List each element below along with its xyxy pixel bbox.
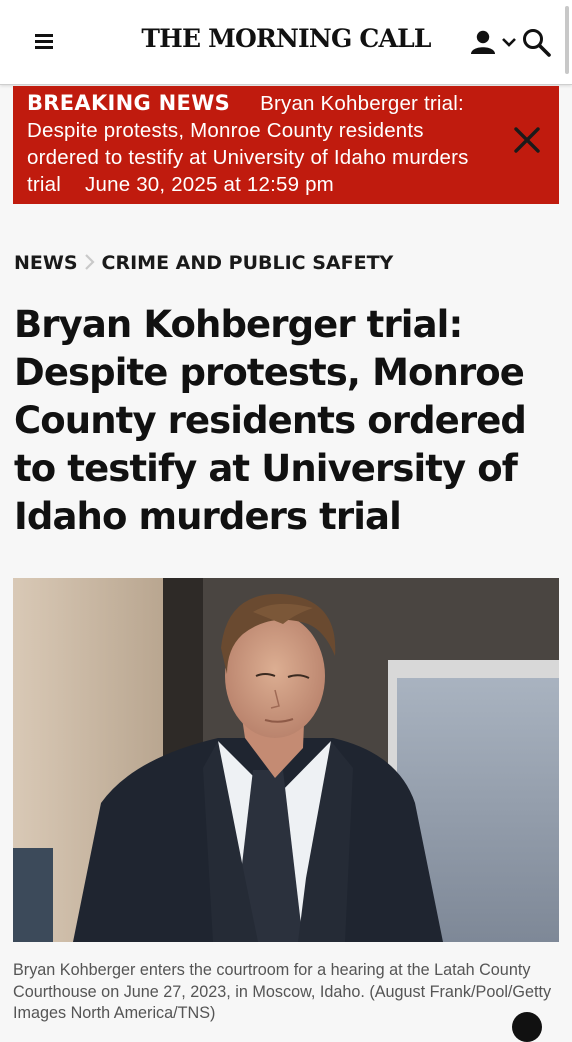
breaking-news-content[interactable]: BREAKING NEWS Bryan Kohberger trial: Desp… [27, 90, 497, 198]
breaking-news-banner[interactable]: BREAKING NEWS Bryan Kohberger trial: Desp… [13, 86, 559, 204]
user-account-button[interactable] [470, 29, 520, 57]
article-photo[interactable] [13, 578, 559, 942]
site-header: THE MORNING CALL [0, 0, 572, 85]
search-button[interactable] [520, 27, 552, 59]
breadcrumb: NEWS CRIME AND PUBLIC SAFETY [14, 252, 393, 274]
close-icon[interactable] [512, 1012, 542, 1042]
close-icon [514, 127, 540, 153]
breaking-news-date: June 30, 2025 at 12:59 pm [85, 173, 334, 196]
close-banner-button[interactable] [511, 124, 543, 156]
search-icon [523, 29, 551, 57]
breadcrumb-crime-and-public-safety[interactable]: CRIME AND PUBLIC SAFETY [102, 252, 394, 274]
courtroom-photo [13, 578, 559, 942]
breadcrumb-news[interactable]: NEWS [14, 252, 78, 274]
article-headline: Bryan Kohberger trial: Despite protests,… [14, 303, 527, 538]
chevron-down-icon [502, 38, 516, 47]
photo-caption: Bryan Kohberger enters the courtroom for… [13, 961, 552, 1022]
breaking-news-label: BREAKING NEWS [27, 91, 231, 115]
user-icon [471, 30, 516, 54]
scrollbar[interactable] [565, 6, 569, 74]
chevron-right-icon [84, 254, 95, 270]
